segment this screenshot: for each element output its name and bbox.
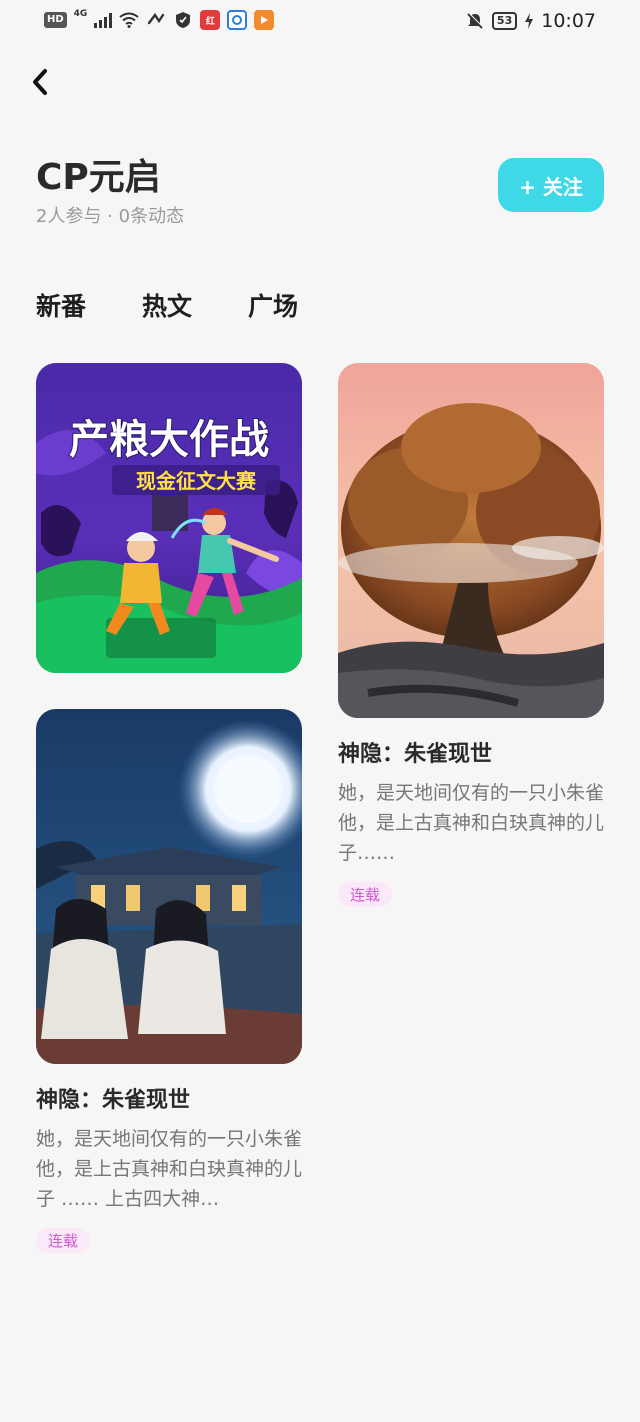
app-icon-red: 红 bbox=[200, 10, 221, 30]
nfc-icon bbox=[146, 10, 166, 30]
status-right: 53 10:07 bbox=[465, 10, 596, 32]
chevron-left-icon bbox=[33, 69, 47, 95]
back-button[interactable] bbox=[22, 62, 58, 102]
banner-subline: 现金征文大赛 bbox=[136, 469, 257, 493]
screen: HD 4G 红 53 10:07 CP元启 2人参与 · 0条动态 + 关注 新… bbox=[0, 0, 640, 1422]
tab-hot-articles[interactable]: 热文 bbox=[142, 288, 193, 328]
article-title: 神隐：朱雀现世 bbox=[36, 1088, 191, 1113]
battery-level: 53 bbox=[491, 12, 518, 30]
article-card-left[interactable]: 神隐：朱雀现世 她，是天地间仅有的一只小朱雀 他，是上古真神和白玦真神的儿子 …… bbox=[36, 709, 302, 1253]
contest-banner-image: 产粮大作战 现金征文大赛 bbox=[36, 363, 302, 673]
page-title: CP元启 bbox=[36, 157, 161, 198]
mute-icon bbox=[465, 11, 485, 31]
wifi-icon bbox=[119, 10, 139, 30]
signal-icon bbox=[94, 12, 113, 28]
article-excerpt: 她，是天地间仅有的一只小朱雀他，是上古真神和白玦真神的儿子…… bbox=[338, 782, 604, 864]
tab-new-anime[interactable]: 新番 bbox=[36, 288, 86, 328]
charging-icon bbox=[524, 11, 534, 31]
article-cover-tree bbox=[338, 363, 604, 718]
tab-bar: 新番 热文 广场 bbox=[36, 288, 298, 328]
app-icon-orange bbox=[254, 10, 275, 30]
status-badge: 连载 bbox=[338, 882, 393, 907]
page-subtitle: 2人参与 · 0条动态 bbox=[36, 206, 185, 227]
follow-button[interactable]: + 关注 bbox=[498, 158, 604, 212]
status-bar: HD 4G 红 53 10:07 bbox=[0, 0, 640, 44]
network-type: 4G bbox=[73, 9, 88, 19]
article-cover-night bbox=[36, 709, 302, 1064]
status-left: HD 4G 红 bbox=[44, 9, 275, 30]
shield-icon bbox=[173, 10, 193, 30]
hd-badge: HD bbox=[44, 12, 67, 28]
article-title: 神隐：朱雀现世 bbox=[338, 742, 493, 767]
status-badge: 连载 bbox=[36, 1228, 91, 1253]
app-icon-blue bbox=[227, 10, 248, 30]
article-card-right[interactable]: 神隐：朱雀现世 她，是天地间仅有的一只小朱雀他，是上古真神和白玦真神的儿子…… … bbox=[338, 363, 604, 907]
article-excerpt: 她，是天地间仅有的一只小朱雀 他，是上古真神和白玦真神的儿子 …… 上古四大神… bbox=[36, 1128, 302, 1210]
contest-banner-card[interactable]: 产粮大作战 现金征文大赛 bbox=[36, 363, 302, 673]
banner-headline: 产粮大作战 bbox=[69, 417, 269, 463]
tab-plaza[interactable]: 广场 bbox=[248, 288, 298, 328]
clock: 10:07 bbox=[541, 10, 596, 32]
